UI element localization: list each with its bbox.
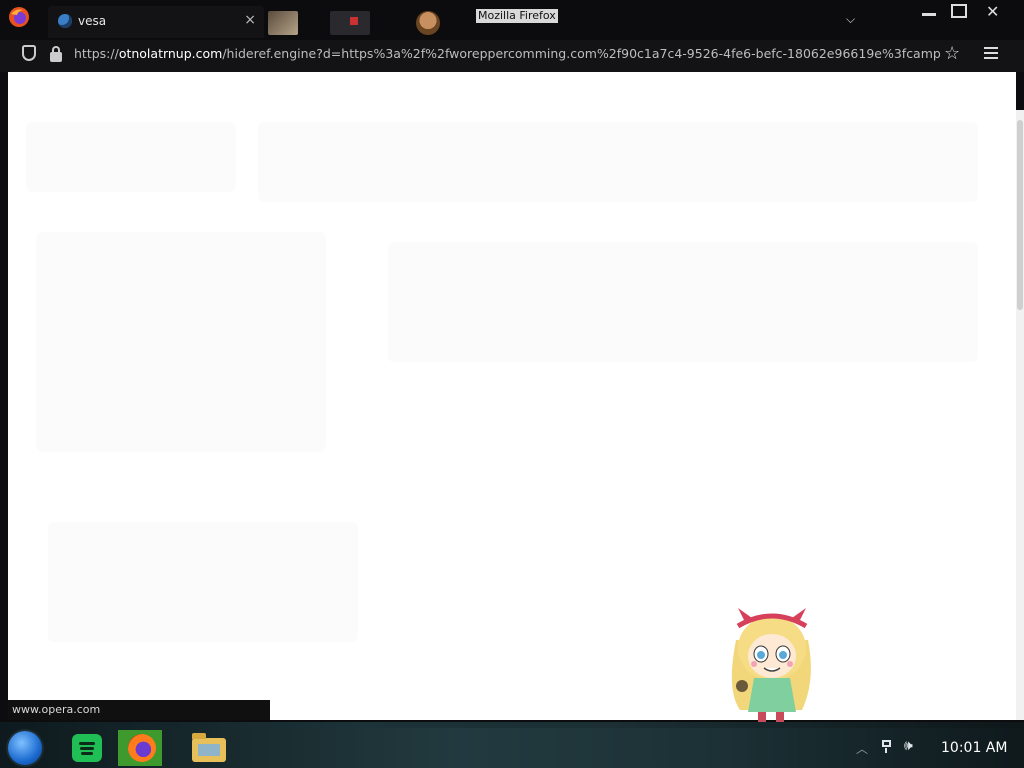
spotify-taskbar-icon[interactable] (66, 730, 110, 766)
lock-icon[interactable] (50, 46, 62, 62)
faded-placeholder (48, 522, 358, 642)
faded-placeholder (26, 122, 236, 192)
faded-placeholder (258, 122, 978, 202)
volume-icon[interactable]: 🕪 (904, 738, 913, 754)
tab-title: vesa (78, 14, 107, 28)
chevron-down-icon[interactable]: ⌵ (846, 12, 855, 27)
firefox-taskbar-icon[interactable] (118, 730, 162, 766)
firefox-icon (128, 734, 156, 762)
site-favicon-icon (58, 14, 72, 28)
tab-thumbnail[interactable] (330, 11, 370, 35)
scrollbar-thumb[interactable] (1017, 120, 1023, 310)
maximize-icon[interactable] (951, 4, 967, 18)
spotify-icon (72, 734, 102, 762)
tab-vesa[interactable]: vesa × (48, 6, 264, 38)
faded-placeholder (388, 242, 978, 362)
browser-window: vesa × Mozilla Firefox ⌵ ✕ https://otnol… (0, 0, 1024, 722)
chevron-up-icon[interactable]: ︿ (856, 740, 868, 757)
window-title: Mozilla Firefox (476, 9, 558, 23)
url-bar[interactable]: https://otnolatrnup.com/hideref.engine?d… (74, 46, 940, 61)
tab-close-icon[interactable]: × (244, 12, 256, 28)
faded-placeholder (36, 232, 326, 452)
shield-icon[interactable] (22, 45, 36, 61)
start-menu-button[interactable] (8, 731, 42, 765)
url-prefix: https:// (74, 46, 119, 61)
tab-bar: vesa × Mozilla Firefox ⌵ ✕ (0, 0, 1024, 40)
star-icon[interactable]: ☆ (944, 43, 960, 64)
network-icon[interactable] (880, 740, 894, 754)
folder-icon (192, 733, 226, 762)
system-clock[interactable]: 10:01 AM (941, 740, 1007, 756)
taskbar: ︿ 🕪 10:01 AM (0, 728, 1024, 768)
tab-thumbnail[interactable] (416, 11, 440, 35)
page-content (8, 72, 1016, 720)
hamburger-menu-icon[interactable] (984, 47, 998, 59)
cartoon-character-sticker (731, 608, 811, 722)
firefox-logo-icon[interactable] (8, 6, 30, 28)
file-manager-taskbar-icon[interactable] (188, 730, 232, 766)
minimize-icon[interactable] (920, 6, 938, 20)
navigation-bar: https://otnolatrnup.com/hideref.engine?d… (0, 40, 1024, 72)
close-icon[interactable]: ✕ (986, 2, 999, 21)
url-domain: otnolatrnup.com (118, 46, 223, 61)
url-path: /hideref.engine?d=https%3a%2f%2fworepper… (222, 46, 940, 61)
link-status-bar: www.opera.com (8, 700, 270, 720)
tab-thumbnail[interactable] (268, 11, 298, 35)
